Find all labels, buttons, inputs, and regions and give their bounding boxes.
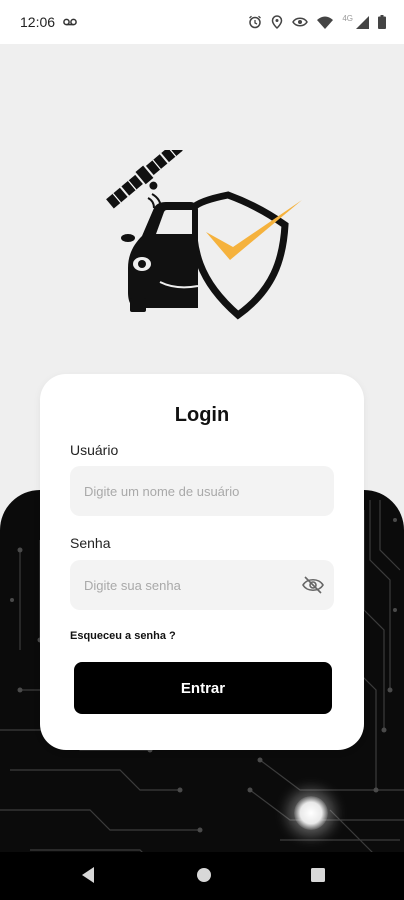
password-field-box xyxy=(70,560,334,610)
battery-icon xyxy=(378,15,386,29)
signal-icon xyxy=(356,15,369,29)
username-field-box xyxy=(70,466,334,516)
back-triangle-icon[interactable] xyxy=(80,866,96,884)
username-label: Usuário xyxy=(70,442,119,458)
password-input[interactable] xyxy=(84,577,320,593)
network-type-label: 4G xyxy=(342,13,353,23)
login-title: Login xyxy=(174,404,230,426)
home-circle-icon[interactable] xyxy=(195,866,213,884)
login-submit-button[interactable]: Entrar xyxy=(74,662,332,714)
eye-off-icon[interactable] xyxy=(302,575,324,595)
system-navigation-bar xyxy=(0,852,404,900)
wifi-icon xyxy=(317,16,334,29)
app-logo xyxy=(106,150,302,320)
alarm-icon xyxy=(249,15,262,29)
clock: 12:06 xyxy=(20,14,56,30)
voicemail-icon xyxy=(63,18,77,26)
location-icon xyxy=(272,15,283,29)
forgot-password-link[interactable]: Esqueceu a senha ? xyxy=(70,630,176,642)
eye-icon xyxy=(292,17,309,27)
status-bar: 12:06 4G xyxy=(0,0,404,44)
touch-indicator xyxy=(294,796,328,830)
recents-square-icon[interactable] xyxy=(310,866,326,884)
login-card: Login Usuário Senha Esqueceu a senha ? E… xyxy=(40,374,364,750)
password-label: Senha xyxy=(70,535,111,551)
username-input[interactable] xyxy=(84,483,320,499)
